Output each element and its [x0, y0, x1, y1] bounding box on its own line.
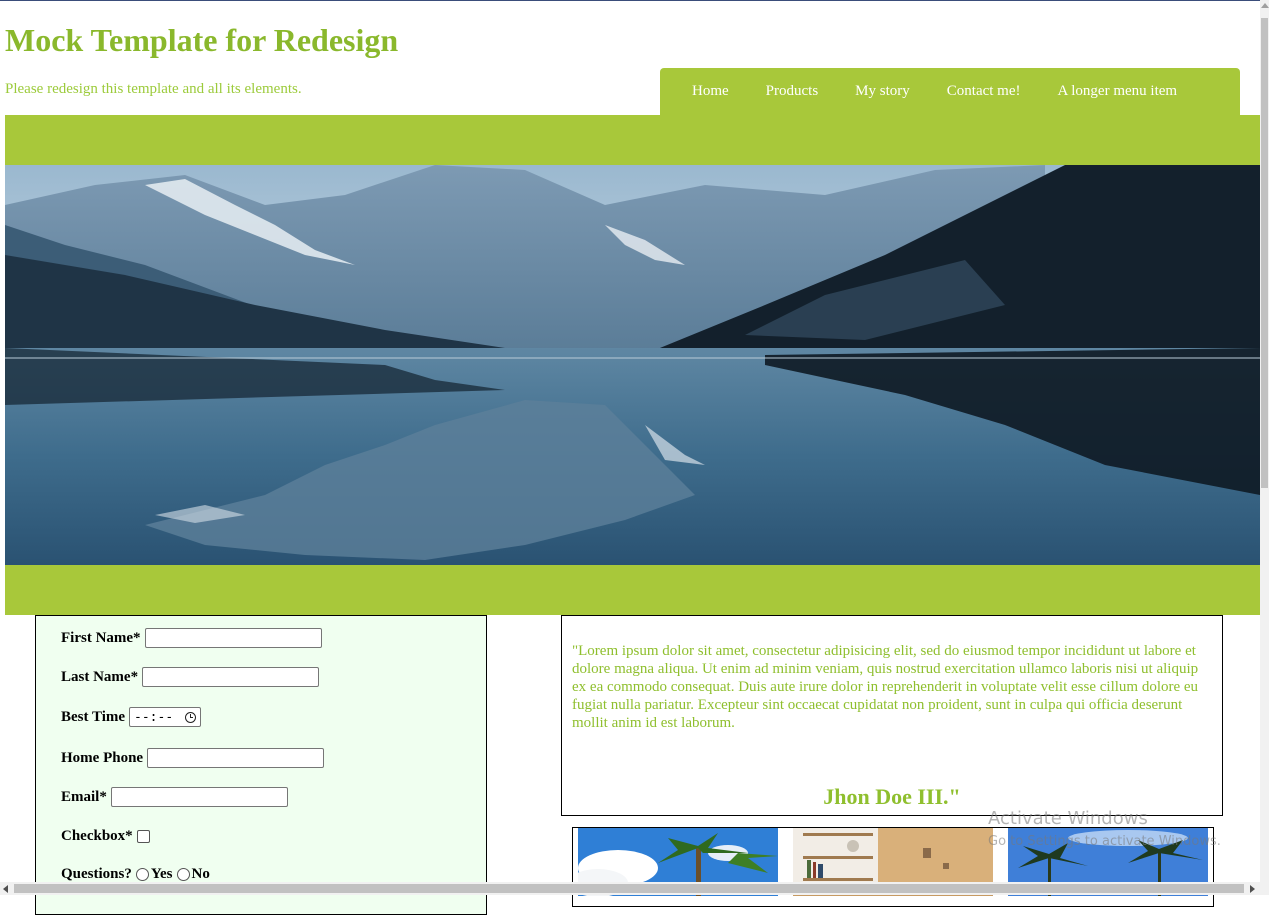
agree-checkbox[interactable]	[136, 830, 150, 843]
horizontal-scroll-thumb[interactable]	[14, 884, 1244, 893]
checkbox-label: Checkbox*	[61, 828, 133, 844]
questions-label: Questions?	[61, 866, 132, 882]
clock-icon[interactable]	[185, 711, 197, 723]
last-name-label: Last Name*	[61, 668, 139, 685]
best-time-value: --:--	[134, 709, 174, 725]
checkbox-row: Checkbox*	[61, 828, 150, 845]
last-name-input[interactable]	[142, 667, 320, 687]
first-name-row: First Name*	[61, 628, 322, 648]
main-nav: Home Products My story Contact me! A lon…	[660, 68, 1240, 115]
last-name-row: Last Name*	[61, 667, 320, 687]
activate-windows-subtitle: Go to Settings to activate Windows.	[988, 834, 1221, 849]
vertical-scroll-thumb[interactable]	[1261, 18, 1268, 488]
first-name-input[interactable]	[144, 628, 322, 648]
yes-radio[interactable]	[135, 868, 149, 881]
scroll-arrow-left-icon[interactable]	[3, 885, 8, 893]
yes-label: Yes	[150, 866, 173, 882]
site-subtitle: Please redesign this template and all it…	[5, 81, 302, 97]
testimonial-box: "Lorem ipsum dolor sit amet, consectetur…	[561, 615, 1223, 816]
no-radio[interactable]	[176, 868, 190, 881]
email-row: Email*	[61, 787, 288, 807]
no-label: No	[191, 866, 210, 882]
email-label: Email*	[61, 788, 107, 805]
nav-item-my-story[interactable]: My story	[836, 68, 928, 115]
testimonial-author: Jhon Doe III."	[823, 784, 961, 809]
email-input[interactable]	[110, 787, 288, 807]
horizontal-scrollbar[interactable]	[0, 882, 1269, 895]
vertical-scrollbar[interactable]	[1260, 0, 1269, 882]
testimonial-quote: "Lorem ipsum dolor sit amet, consectetur…	[572, 643, 1199, 731]
home-phone-input[interactable]	[147, 748, 325, 768]
nav-item-longer-menu[interactable]: A longer menu item	[1039, 68, 1196, 115]
scroll-arrow-right-icon[interactable]	[1250, 885, 1255, 893]
activate-windows-title: Activate Windows	[988, 808, 1148, 829]
nav-item-contact[interactable]: Contact me!	[928, 68, 1039, 115]
nav-item-products[interactable]: Products	[747, 68, 837, 115]
scroll-arrow-up-icon[interactable]	[1261, 3, 1269, 8]
best-time-row: Best Time --:--	[61, 707, 202, 727]
first-name-label: First Name*	[61, 629, 141, 646]
home-phone-label: Home Phone	[61, 749, 144, 766]
best-time-label: Best Time	[61, 708, 126, 725]
best-time-input[interactable]: --:--	[129, 707, 202, 727]
questions-row: Questions? Yes No	[61, 866, 210, 883]
home-phone-row: Home Phone	[61, 748, 325, 768]
window-top-border	[0, 0, 1269, 1]
hero-banner	[5, 115, 1260, 615]
site-title: Mock Template for Redesign	[5, 22, 399, 58]
nav-item-home[interactable]: Home	[673, 68, 747, 115]
hero-mountain-lake-image	[5, 165, 1260, 565]
contact-form: First Name* Last Name* Best Time --:-- H…	[35, 615, 487, 915]
